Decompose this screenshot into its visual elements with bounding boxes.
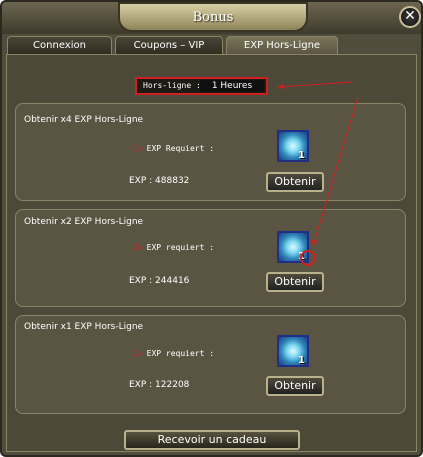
item-count-badge: 1 — [298, 355, 305, 366]
panel-x1: Obtenir x1 EXP Hors-Ligne — [15, 315, 406, 414]
receive-gift-button[interactable]: Recevoir un cadeau — [124, 430, 300, 450]
obtenir-x4-button[interactable]: Obtenir — [266, 172, 324, 192]
requirement-text: EXP Requiert : — [146, 144, 215, 153]
item-count-badge: 1 — [298, 150, 305, 161]
blue-orb-icon[interactable]: 1 — [277, 335, 309, 367]
blue-orb-icon[interactable]: 1 — [277, 130, 309, 162]
tab-exp-hors-ligne[interactable]: EXP Hors-Ligne — [226, 36, 338, 55]
obtenir-x1-button[interactable]: Obtenir — [266, 376, 324, 396]
requirement-count: 1x — [133, 349, 143, 358]
title-ornament: Bonus — [118, 2, 308, 32]
panel-title: Obtenir x4 EXP Hors-Ligne — [24, 115, 144, 125]
window-title: Bonus — [192, 10, 234, 25]
offline-hours-box: Hors-ligne : 1 Heures — [135, 77, 268, 95]
requirement-count: 2x — [133, 243, 143, 252]
requirement-count: 1x — [133, 144, 143, 153]
exp-amount: EXP : 122208 — [129, 380, 190, 390]
exp-amount: EXP : 244416 — [129, 276, 190, 286]
offline-hours-value[interactable]: 1 Heures — [200, 80, 264, 92]
exp-requirement: 2x EXP requiert : — [133, 243, 214, 252]
panel-title: Obtenir x2 EXP Hors-Ligne — [24, 217, 144, 227]
requirement-text: EXP requiert : — [146, 349, 215, 358]
offline-hours-label: Hors-ligne : — [143, 81, 201, 90]
panel-x2: Obtenir x2 EXP Hors-Ligne — [15, 209, 406, 307]
item-count-badge: 1 — [298, 251, 305, 262]
tab-connexion[interactable]: Connexion — [7, 36, 112, 54]
exp-requirement: 1x EXP Requiert : — [133, 144, 214, 153]
panel-title: Obtenir x1 EXP Hors-Ligne — [24, 322, 144, 332]
bonus-window: Bonus ✕ Connexion Coupons – VIP EXP Hors… — [0, 0, 423, 457]
blue-orb-icon[interactable]: 1 — [277, 231, 309, 263]
title-bar: Bonus ✕ — [2, 2, 421, 34]
obtenir-x2-button[interactable]: Obtenir — [266, 272, 324, 292]
close-icon[interactable]: ✕ — [399, 6, 421, 28]
exp-requirement: 1x EXP requiert : — [133, 349, 214, 358]
exp-amount: EXP : 488832 — [129, 176, 190, 186]
tab-coupons-vip[interactable]: Coupons – VIP — [115, 36, 223, 54]
requirement-text: EXP requiert : — [146, 243, 215, 252]
